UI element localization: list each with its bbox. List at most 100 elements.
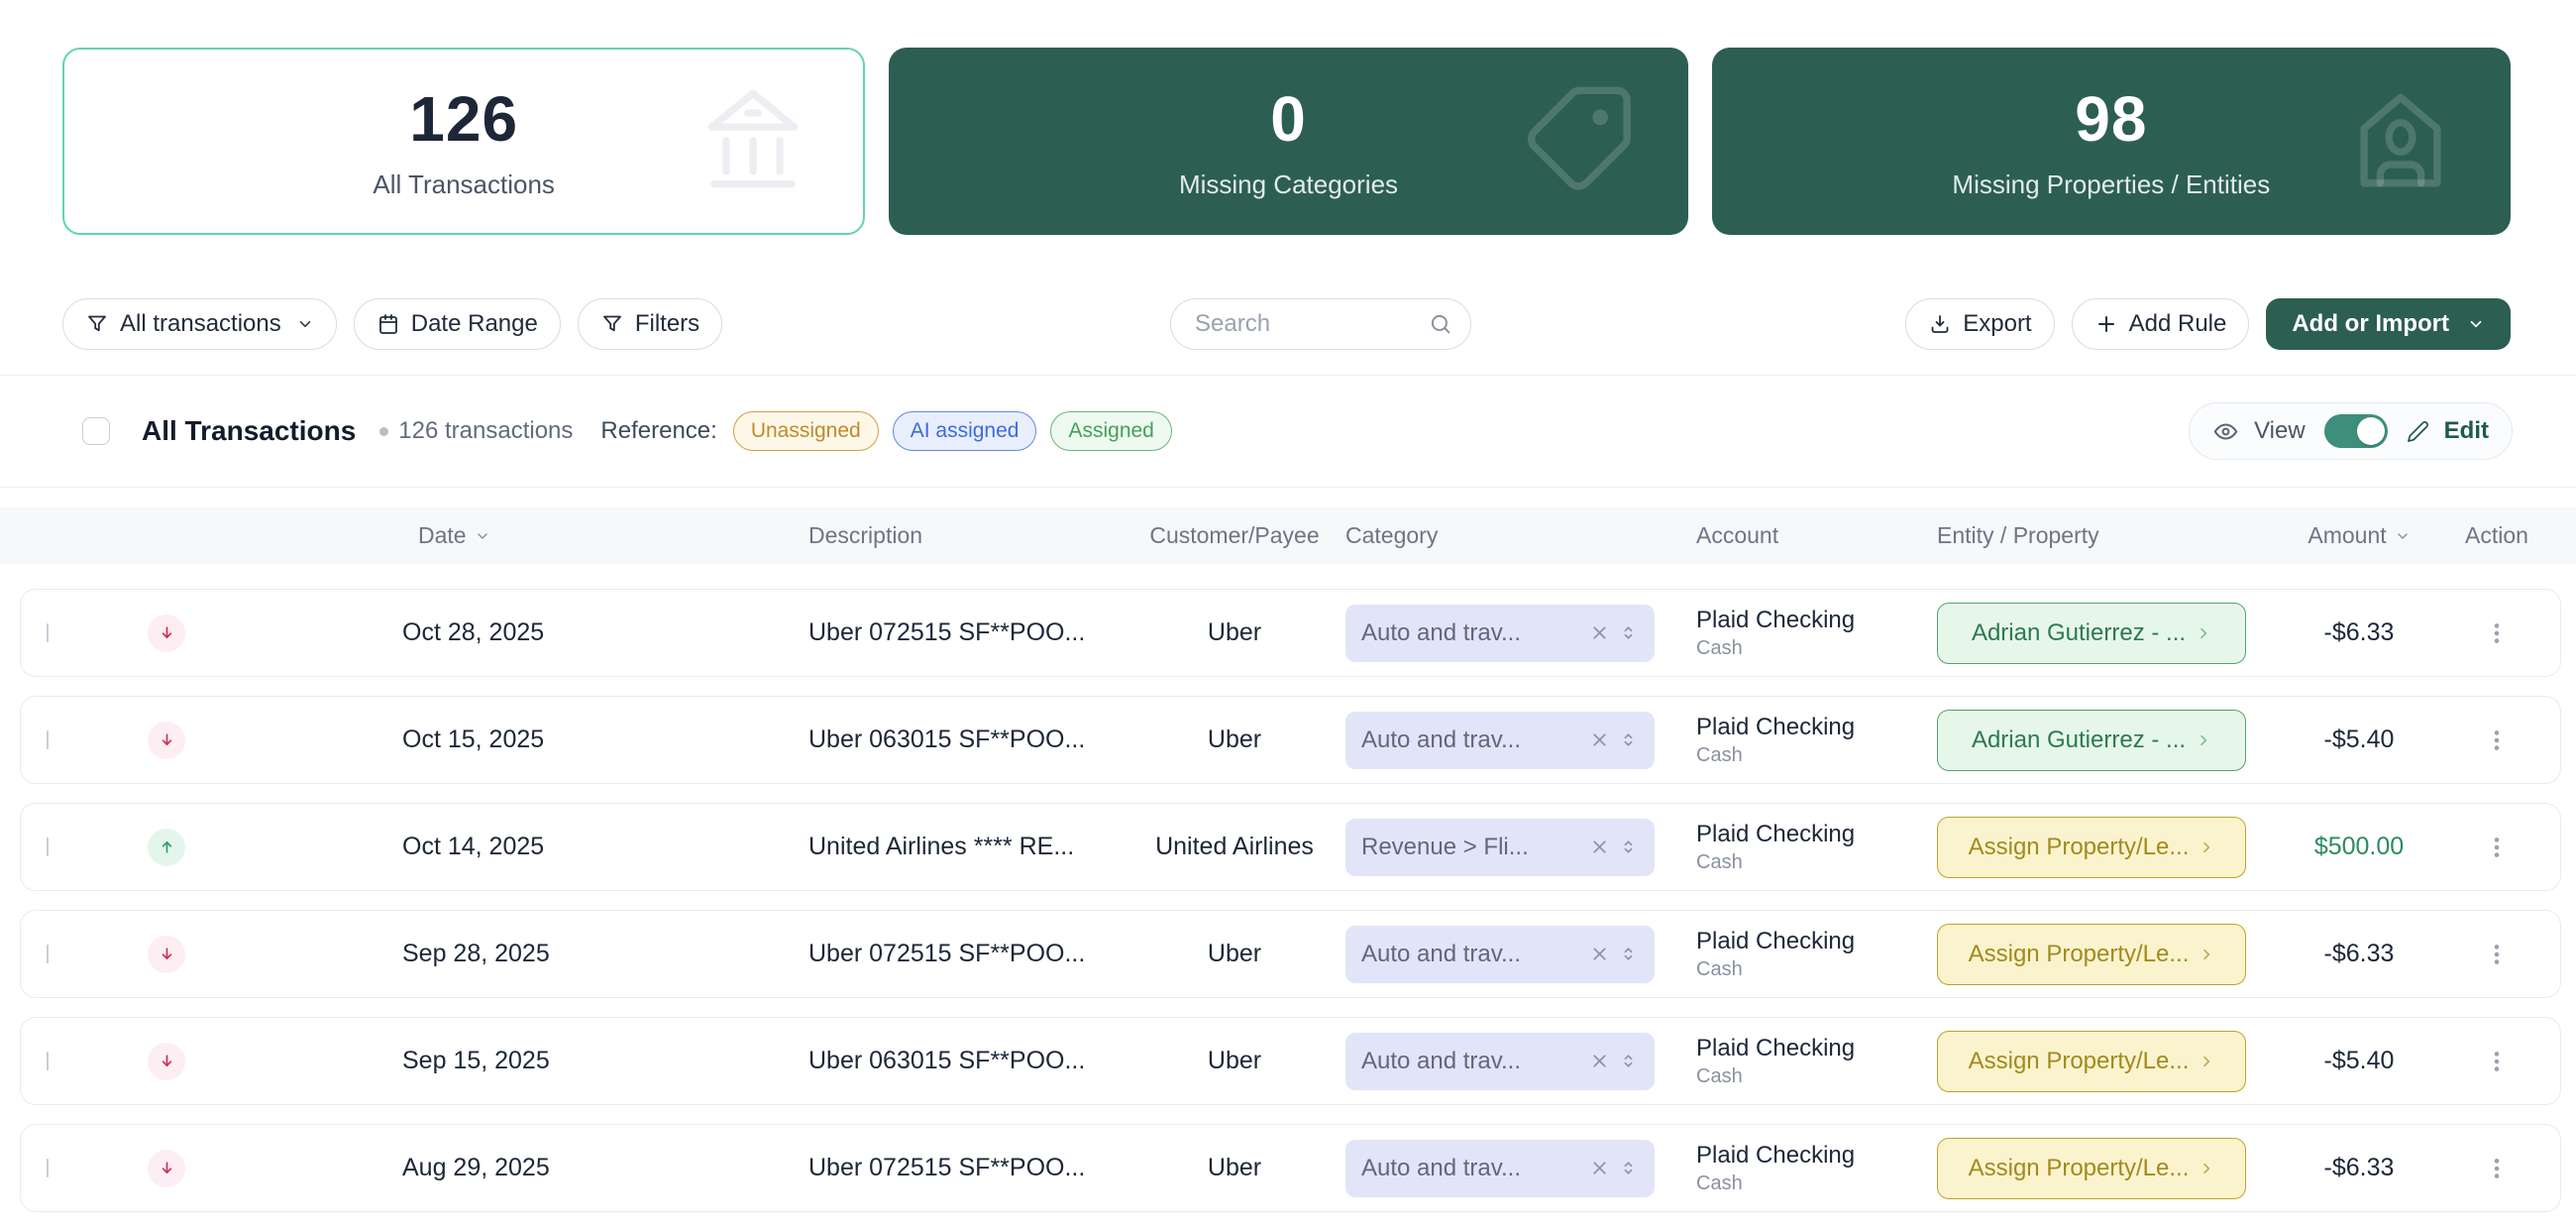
card-all-transactions[interactable]: 126 All Transactions: [62, 48, 865, 235]
add-rule-button[interactable]: Add Rule: [2072, 298, 2250, 350]
row-actions-kebab[interactable]: [2484, 938, 2510, 971]
reference-badge[interactable]: Assigned: [1050, 411, 1171, 451]
view-edit-toggle[interactable]: [2324, 414, 2388, 448]
column-header-action: Action: [2458, 522, 2535, 549]
transaction-description: Uber 063015 SF**POO...: [808, 725, 1135, 754]
row-checkbox[interactable]: [47, 1159, 49, 1177]
row-actions-kebab[interactable]: [2484, 831, 2510, 864]
clear-category-icon[interactable]: [1589, 944, 1610, 964]
row-checkbox[interactable]: [47, 837, 49, 856]
row-checkbox[interactable]: [47, 945, 49, 963]
transaction-date: Oct 28, 2025: [392, 618, 808, 647]
clear-category-icon[interactable]: [1589, 1051, 1610, 1071]
transaction-payee: Uber: [1135, 1047, 1334, 1075]
add-or-import-label: Add or Import: [2292, 310, 2449, 338]
export-label: Export: [1963, 310, 2031, 338]
card-missing-categories[interactable]: 0 Missing Categories: [889, 48, 1687, 235]
add-or-import-button[interactable]: Add or Import: [2266, 298, 2511, 350]
funnel-icon: [85, 312, 109, 336]
chevron-right-icon: [2199, 839, 2214, 855]
funnel-icon: [600, 312, 624, 336]
category-select[interactable]: Auto and trav...: [1345, 712, 1655, 769]
transactions-list: Oct 28, 2025 Uber 072515 SF**POO... Uber…: [0, 589, 2576, 1212]
clear-category-icon[interactable]: [1589, 622, 1610, 643]
account-name: Plaid Checking: [1696, 714, 1923, 741]
account-name: Plaid Checking: [1696, 1142, 1923, 1170]
entity-pill[interactable]: Assign Property/Le...: [1937, 1031, 2246, 1092]
export-button[interactable]: Export: [1905, 298, 2054, 350]
transaction-description: United Airlines **** RE...: [808, 833, 1135, 861]
transaction-amount: -$5.40: [2260, 725, 2458, 754]
category-dropdown-icon[interactable]: [1618, 1158, 1639, 1178]
column-header-description: Description: [808, 522, 1135, 549]
category-value: Revenue > Fli...: [1361, 834, 1581, 861]
table-row: Oct 28, 2025 Uber 072515 SF**POO... Uber…: [20, 589, 2561, 677]
card-label: Missing Categories: [1179, 169, 1398, 200]
direction-icon: [148, 1150, 185, 1187]
category-select[interactable]: Auto and trav...: [1345, 1140, 1655, 1197]
category-dropdown-icon[interactable]: [1618, 1051, 1639, 1071]
entity-pill[interactable]: Adrian Gutierrez - ...: [1937, 710, 2246, 771]
entity-label: Assign Property/Le...: [1969, 1048, 2190, 1075]
reference-badge[interactable]: AI assigned: [893, 411, 1037, 451]
dot-separator: [379, 427, 388, 436]
summary-cards: 126 All Transactions 0 Missing Categorie…: [0, 0, 2576, 235]
direction-icon: [148, 829, 185, 866]
chevron-right-icon: [2196, 625, 2211, 641]
account-name: Plaid Checking: [1696, 607, 1923, 634]
transaction-payee: Uber: [1135, 1154, 1334, 1182]
row-actions-kebab[interactable]: [2484, 1152, 2510, 1185]
sort-chevron-icon: [2395, 528, 2411, 544]
entity-pill[interactable]: Assign Property/Le...: [1937, 817, 2246, 878]
row-actions-kebab[interactable]: [2484, 616, 2510, 650]
entity-pill[interactable]: Assign Property/Le...: [1937, 1138, 2246, 1199]
column-header-category: Category: [1334, 522, 1680, 549]
entity-pill[interactable]: Adrian Gutierrez - ...: [1937, 603, 2246, 664]
transaction-payee: Uber: [1135, 618, 1334, 647]
category-select[interactable]: Revenue > Fli...: [1345, 819, 1655, 876]
direction-icon: [148, 722, 185, 759]
category-value: Auto and trav...: [1361, 1155, 1581, 1182]
filter-dropdown-label: All transactions: [120, 310, 281, 338]
row-checkbox[interactable]: [47, 730, 49, 749]
entity-pill[interactable]: Assign Property/Le...: [1937, 924, 2246, 985]
category-dropdown-icon[interactable]: [1618, 837, 1639, 857]
transaction-amount: $500.00: [2260, 833, 2458, 861]
row-actions-kebab[interactable]: [2484, 724, 2510, 757]
category-dropdown-icon[interactable]: [1618, 944, 1639, 964]
row-checkbox[interactable]: [47, 623, 49, 642]
direction-icon: [148, 1043, 185, 1080]
reference-badge[interactable]: Unassigned: [733, 411, 879, 451]
clear-category-icon[interactable]: [1589, 837, 1610, 857]
transaction-date: Aug 29, 2025: [392, 1154, 808, 1182]
transactions-filter-dropdown[interactable]: All transactions: [62, 298, 337, 350]
clear-category-icon[interactable]: [1589, 729, 1610, 750]
card-missing-properties[interactable]: 98 Missing Properties / Entities: [1712, 48, 2511, 235]
table-row: Oct 15, 2025 Uber 063015 SF**POO... Uber…: [20, 696, 2561, 784]
search-box: [1170, 298, 1471, 350]
row-actions-kebab[interactable]: [2484, 1045, 2510, 1078]
category-value: Auto and trav...: [1361, 941, 1581, 968]
transaction-payee: Uber: [1135, 940, 1334, 968]
entity-label: Assign Property/Le...: [1969, 834, 2190, 861]
column-header-date[interactable]: Date: [392, 522, 808, 549]
category-dropdown-icon[interactable]: [1618, 622, 1639, 643]
transaction-date: Sep 28, 2025: [392, 940, 808, 968]
filters-button[interactable]: Filters: [578, 298, 722, 350]
add-rule-label: Add Rule: [2129, 310, 2227, 338]
reference-label: Reference:: [600, 417, 716, 445]
column-header-amount[interactable]: Amount: [2260, 522, 2458, 549]
category-select[interactable]: Auto and trav...: [1345, 605, 1655, 662]
category-select[interactable]: Auto and trav...: [1345, 926, 1655, 983]
row-checkbox[interactable]: [47, 1052, 49, 1070]
account-subtype: Cash: [1696, 1065, 1923, 1088]
category-select[interactable]: Auto and trav...: [1345, 1033, 1655, 1090]
select-all-checkbox[interactable]: [82, 417, 110, 445]
card-label: All Transactions: [373, 169, 555, 200]
clear-category-icon[interactable]: [1589, 1158, 1610, 1178]
date-range-button[interactable]: Date Range: [354, 298, 561, 350]
search-icon: [1428, 311, 1453, 337]
category-dropdown-icon[interactable]: [1618, 729, 1639, 750]
house-person-icon: [2342, 80, 2459, 202]
search-input[interactable]: [1170, 298, 1471, 350]
